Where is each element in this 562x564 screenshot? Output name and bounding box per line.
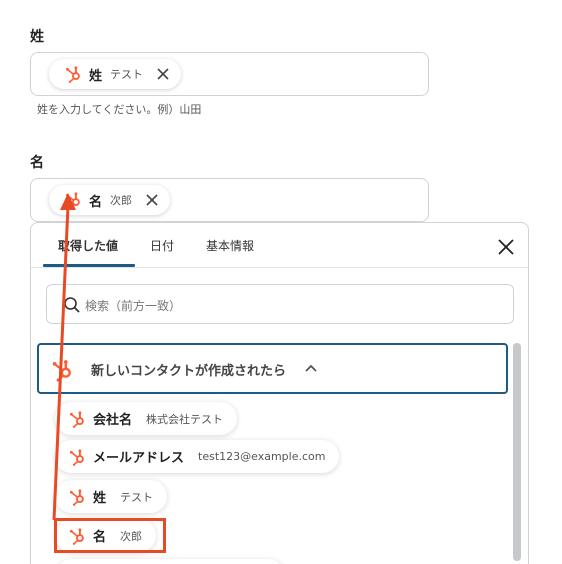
trigger-section-header[interactable]: 新しいコンタクトが作成されたら <box>37 343 508 394</box>
search-placeholder: 検索（前方一致） <box>85 299 182 313</box>
variable-chip-first-name[interactable]: 名 次郎 <box>49 185 171 215</box>
close-icon[interactable] <box>496 237 516 257</box>
field-label-last-name: 姓 <box>30 29 44 45</box>
search-icon <box>64 297 80 313</box>
picker-tabs: 取得した値 日付 基本情報 <box>31 223 528 268</box>
last-name-field[interactable]: 姓 テスト <box>30 52 429 96</box>
hubspot-icon <box>67 487 87 507</box>
trigger-label: 新しいコンタクトが作成されたら <box>91 364 287 379</box>
chip-value: テスト <box>110 68 144 81</box>
tab-retrieved-values[interactable]: 取得した値 <box>58 237 118 254</box>
chevron-up-icon[interactable] <box>305 363 317 373</box>
first-name-field[interactable]: 名 次郎 <box>30 178 429 222</box>
chip-name: 姓 <box>89 68 103 84</box>
list-item-email[interactable]: メールアドレス test123@example.com <box>55 440 340 473</box>
scrollbar[interactable] <box>513 343 521 561</box>
chip-value: 次郎 <box>110 194 133 207</box>
remove-chip-icon[interactable] <box>144 192 160 208</box>
variable-chip-last-name[interactable]: 姓 テスト <box>49 59 182 89</box>
hubspot-icon <box>63 190 83 210</box>
hubspot-icon <box>63 64 83 84</box>
hubspot-icon <box>67 447 87 467</box>
remove-chip-icon[interactable] <box>155 66 171 82</box>
tab-date[interactable]: 日付 <box>150 237 174 254</box>
tab-basic-info[interactable]: 基本情報 <box>206 237 254 254</box>
hubspot-icon <box>49 357 75 383</box>
list-item[interactable] <box>55 559 285 564</box>
active-tab-indicator <box>43 264 135 267</box>
list-item-company-name[interactable]: 会社名 株式会社テスト <box>55 402 238 435</box>
item-name: 会社名 <box>93 413 133 428</box>
hubspot-icon <box>67 409 87 429</box>
field-label-first-name: 名 <box>30 155 44 171</box>
item-value: test123@example.com <box>198 450 326 463</box>
item-name: 姓 <box>93 491 107 506</box>
search-box[interactable]: 検索（前方一致） <box>46 284 514 324</box>
list-item-last-name[interactable]: 姓 テスト <box>55 480 168 513</box>
item-value: テスト <box>120 490 154 504</box>
field-helper-text: 姓を入力してください。例）山田 <box>37 103 202 116</box>
value-picker-panel: 取得した値 日付 基本情報 検索（前方一致） 新しいコンタクトが作成されたら 会… <box>30 222 529 564</box>
item-name: メールアドレス <box>93 451 185 466</box>
highlight-box <box>54 518 166 553</box>
item-value: 株式会社テスト <box>146 412 224 426</box>
chip-name: 名 <box>89 194 103 210</box>
